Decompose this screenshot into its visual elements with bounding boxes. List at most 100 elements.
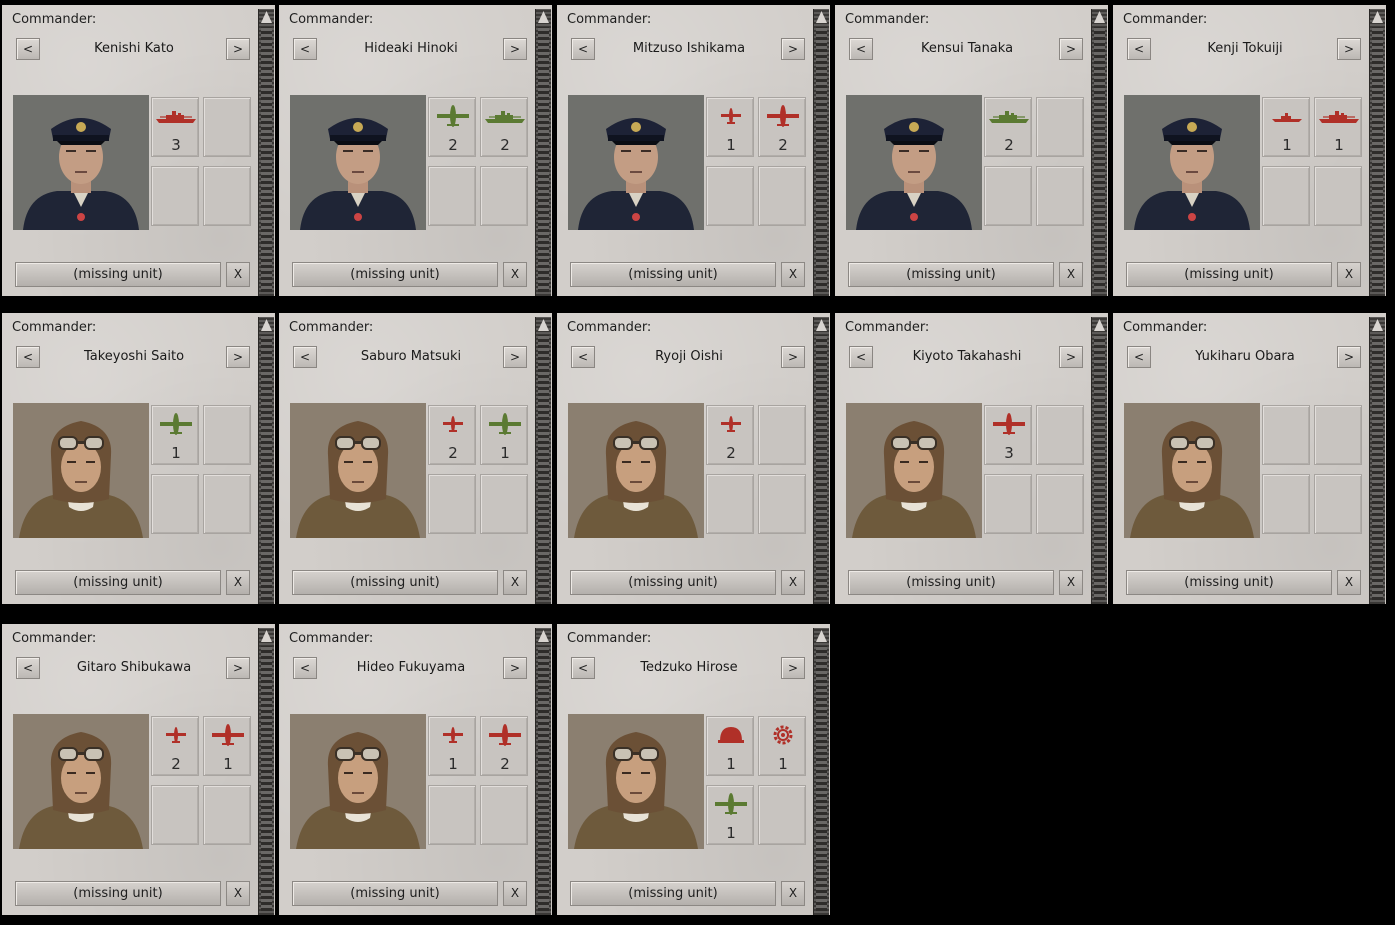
scroll-thumb[interactable] xyxy=(261,335,272,600)
scroll-up-arrow-icon[interactable] xyxy=(261,319,272,331)
missing-unit-button[interactable]: (missing unit) xyxy=(570,262,776,287)
missing-unit-button[interactable]: (missing unit) xyxy=(15,570,221,595)
unit-slot[interactable]: 3 xyxy=(984,405,1032,465)
unit-slot[interactable]: 1 xyxy=(1314,97,1362,157)
missing-unit-button[interactable]: (missing unit) xyxy=(292,262,498,287)
prev-commander-button[interactable]: < xyxy=(293,346,317,368)
scrollbar[interactable] xyxy=(258,628,274,915)
missing-unit-button[interactable]: (missing unit) xyxy=(848,262,1054,287)
remove-button[interactable]: X xyxy=(226,881,250,906)
unit-slot[interactable]: 1 xyxy=(203,716,251,776)
next-commander-button[interactable]: > xyxy=(1059,346,1083,368)
empty-unit-slot[interactable] xyxy=(1036,97,1084,157)
unit-slot[interactable]: 2 xyxy=(151,716,199,776)
unit-slot[interactable]: 3 xyxy=(151,97,199,157)
empty-unit-slot[interactable] xyxy=(706,474,754,534)
unit-slot[interactable]: 1 xyxy=(151,405,199,465)
empty-unit-slot[interactable] xyxy=(151,166,199,226)
empty-unit-slot[interactable] xyxy=(428,166,476,226)
empty-unit-slot[interactable] xyxy=(480,166,528,226)
scrollbar[interactable] xyxy=(535,9,551,296)
unit-slot[interactable]: 1 xyxy=(706,785,754,845)
empty-unit-slot[interactable] xyxy=(480,785,528,845)
next-commander-button[interactable]: > xyxy=(503,38,527,60)
missing-unit-button[interactable]: (missing unit) xyxy=(292,570,498,595)
empty-unit-slot[interactable] xyxy=(1036,166,1084,226)
empty-unit-slot[interactable] xyxy=(203,166,251,226)
unit-slot[interactable]: 2 xyxy=(984,97,1032,157)
empty-unit-slot[interactable] xyxy=(203,785,251,845)
prev-commander-button[interactable]: < xyxy=(293,657,317,679)
prev-commander-button[interactable]: < xyxy=(1127,346,1151,368)
scrollbar[interactable] xyxy=(813,9,829,296)
missing-unit-button[interactable]: (missing unit) xyxy=(1126,262,1332,287)
scroll-thumb[interactable] xyxy=(1094,27,1105,292)
next-commander-button[interactable]: > xyxy=(226,346,250,368)
scrollbar[interactable] xyxy=(258,9,274,296)
empty-unit-slot[interactable] xyxy=(758,166,806,226)
empty-unit-slot[interactable] xyxy=(984,166,1032,226)
scroll-up-arrow-icon[interactable] xyxy=(1372,319,1383,331)
prev-commander-button[interactable]: < xyxy=(16,38,40,60)
scrollbar[interactable] xyxy=(1091,9,1107,296)
empty-unit-slot[interactable] xyxy=(706,166,754,226)
next-commander-button[interactable]: > xyxy=(781,346,805,368)
unit-slot[interactable]: 1 xyxy=(1262,97,1310,157)
missing-unit-button[interactable]: (missing unit) xyxy=(15,262,221,287)
empty-unit-slot[interactable] xyxy=(480,474,528,534)
remove-button[interactable]: X xyxy=(503,881,527,906)
empty-unit-slot[interactable] xyxy=(1036,474,1084,534)
scroll-thumb[interactable] xyxy=(261,27,272,292)
scroll-up-arrow-icon[interactable] xyxy=(816,11,827,23)
scroll-thumb[interactable] xyxy=(1372,335,1383,600)
missing-unit-button[interactable]: (missing unit) xyxy=(292,881,498,906)
next-commander-button[interactable]: > xyxy=(226,38,250,60)
unit-slot[interactable]: 2 xyxy=(706,405,754,465)
scrollbar[interactable] xyxy=(535,628,551,915)
scroll-up-arrow-icon[interactable] xyxy=(538,630,549,642)
scroll-up-arrow-icon[interactable] xyxy=(1094,11,1105,23)
next-commander-button[interactable]: > xyxy=(226,657,250,679)
remove-button[interactable]: X xyxy=(1337,570,1361,595)
unit-slot[interactable]: 2 xyxy=(480,716,528,776)
empty-unit-slot[interactable] xyxy=(1036,405,1084,465)
empty-unit-slot[interactable] xyxy=(1314,405,1362,465)
empty-unit-slot[interactable] xyxy=(1262,166,1310,226)
empty-unit-slot[interactable] xyxy=(151,785,199,845)
missing-unit-button[interactable]: (missing unit) xyxy=(15,881,221,906)
remove-button[interactable]: X xyxy=(226,262,250,287)
remove-button[interactable]: X xyxy=(781,262,805,287)
scroll-up-arrow-icon[interactable] xyxy=(538,319,549,331)
next-commander-button[interactable]: > xyxy=(1059,38,1083,60)
scroll-thumb[interactable] xyxy=(538,27,549,292)
next-commander-button[interactable]: > xyxy=(781,38,805,60)
next-commander-button[interactable]: > xyxy=(503,346,527,368)
empty-unit-slot[interactable] xyxy=(203,405,251,465)
next-commander-button[interactable]: > xyxy=(1337,346,1361,368)
remove-button[interactable]: X xyxy=(226,570,250,595)
remove-button[interactable]: X xyxy=(503,262,527,287)
remove-button[interactable]: X xyxy=(1337,262,1361,287)
remove-button[interactable]: X xyxy=(781,881,805,906)
scrollbar[interactable] xyxy=(813,317,829,604)
missing-unit-button[interactable]: (missing unit) xyxy=(570,570,776,595)
scroll-thumb[interactable] xyxy=(816,335,827,600)
next-commander-button[interactable]: > xyxy=(781,657,805,679)
remove-button[interactable]: X xyxy=(1059,262,1083,287)
unit-slot[interactable]: 2 xyxy=(758,97,806,157)
scroll-thumb[interactable] xyxy=(538,646,549,911)
scroll-up-arrow-icon[interactable] xyxy=(1094,319,1105,331)
missing-unit-button[interactable]: (missing unit) xyxy=(570,881,776,906)
scroll-up-arrow-icon[interactable] xyxy=(1372,11,1383,23)
remove-button[interactable]: X xyxy=(781,570,805,595)
prev-commander-button[interactable]: < xyxy=(571,657,595,679)
scrollbar[interactable] xyxy=(813,628,829,915)
scroll-thumb[interactable] xyxy=(261,646,272,911)
scrollbar[interactable] xyxy=(535,317,551,604)
empty-unit-slot[interactable] xyxy=(151,474,199,534)
prev-commander-button[interactable]: < xyxy=(849,38,873,60)
scroll-thumb[interactable] xyxy=(816,646,827,911)
empty-unit-slot[interactable] xyxy=(203,474,251,534)
scroll-up-arrow-icon[interactable] xyxy=(538,11,549,23)
prev-commander-button[interactable]: < xyxy=(571,346,595,368)
